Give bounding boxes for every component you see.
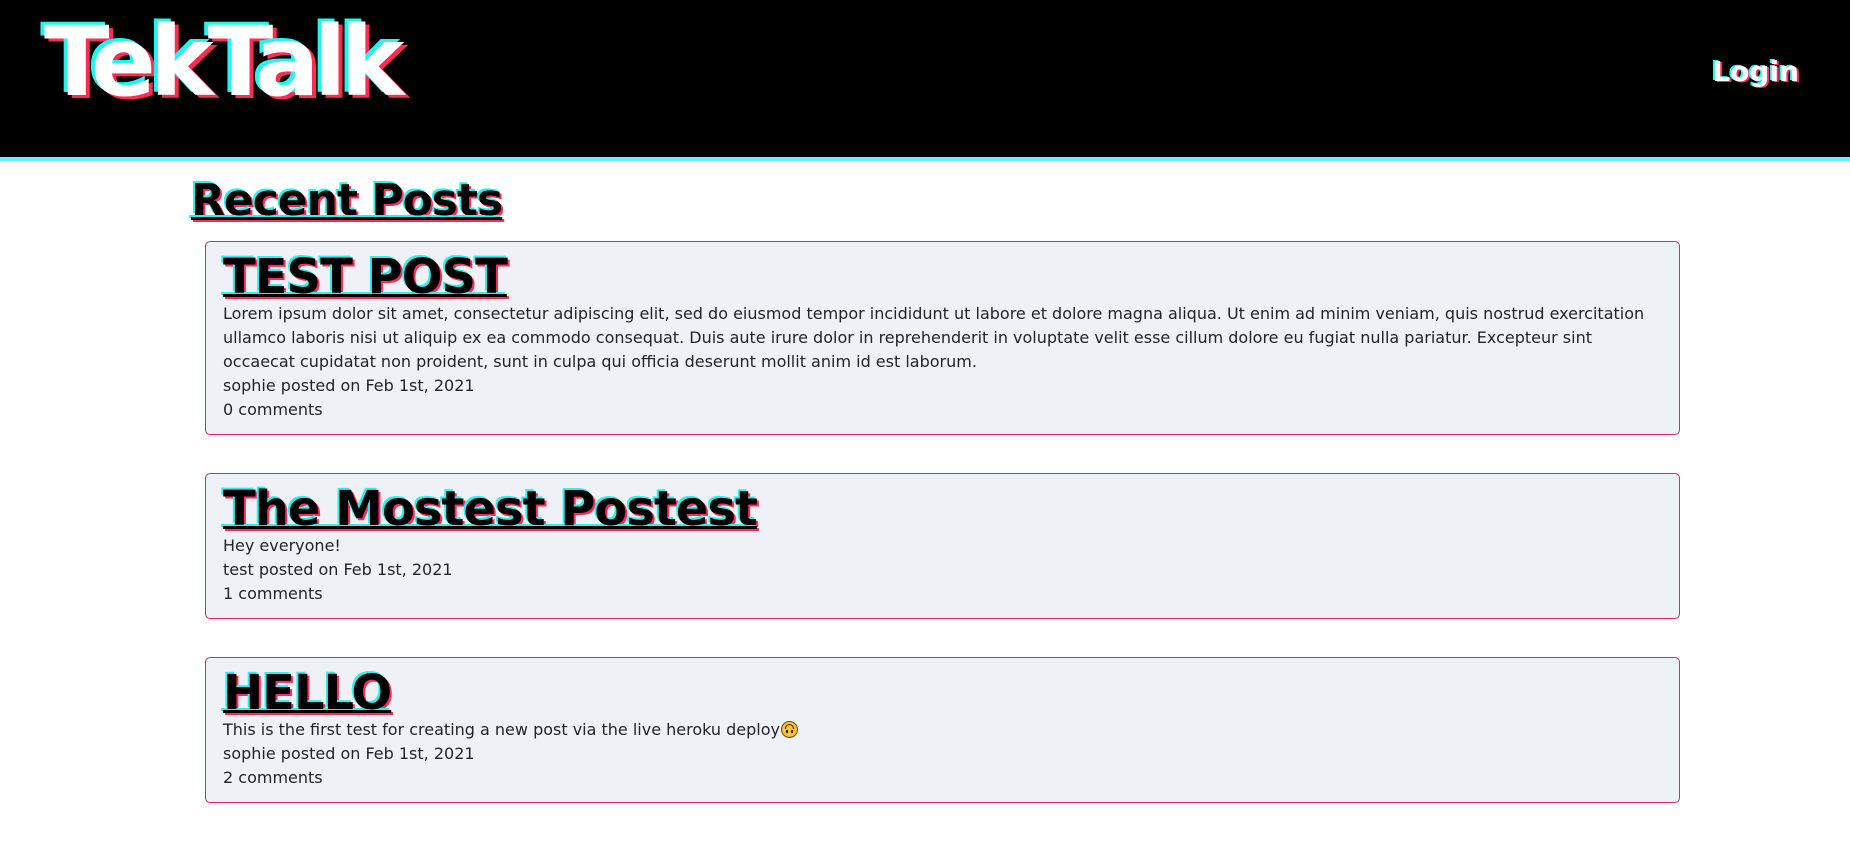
post-meta: sophie posted on Feb 1st, 2021	[223, 376, 475, 396]
post-meta: sophie posted on Feb 1st, 2021	[223, 744, 475, 764]
post-meta: test posted on Feb 1st, 2021	[223, 560, 453, 580]
site-header: TekTalk Login	[0, 0, 1850, 161]
post-card: HELLO This is the first test for creatin…	[205, 657, 1680, 804]
post-body: This is the first test for creating a ne…	[223, 720, 780, 740]
post-comments-link[interactable]: 1 comments	[223, 582, 1662, 606]
upside-down-face-emoji-icon	[781, 721, 798, 739]
brand-logo[interactable]: TekTalk	[44, 14, 404, 110]
page-title: Recent Posts	[191, 175, 503, 226]
post-body: Lorem ipsum dolor sit amet, consectetur …	[223, 304, 1645, 372]
post-card: The Mostest Postest Hey everyone! test p…	[205, 473, 1680, 620]
post-card: TEST POST Lorem ipsum dolor sit amet, co…	[205, 241, 1680, 436]
post-title-link[interactable]: HELLO	[223, 668, 1662, 719]
post-title-link[interactable]: The Mostest Postest	[223, 484, 1662, 535]
post-body: Hey everyone!	[223, 536, 341, 556]
post-title-link[interactable]: TEST POST	[223, 252, 1662, 303]
post-comments-link[interactable]: 0 comments	[223, 398, 1662, 422]
login-link[interactable]: Login	[1712, 55, 1799, 88]
post-comments-link[interactable]: 2 comments	[223, 766, 1662, 790]
post-body-container: This is the first test for creating a ne…	[223, 718, 1662, 742]
